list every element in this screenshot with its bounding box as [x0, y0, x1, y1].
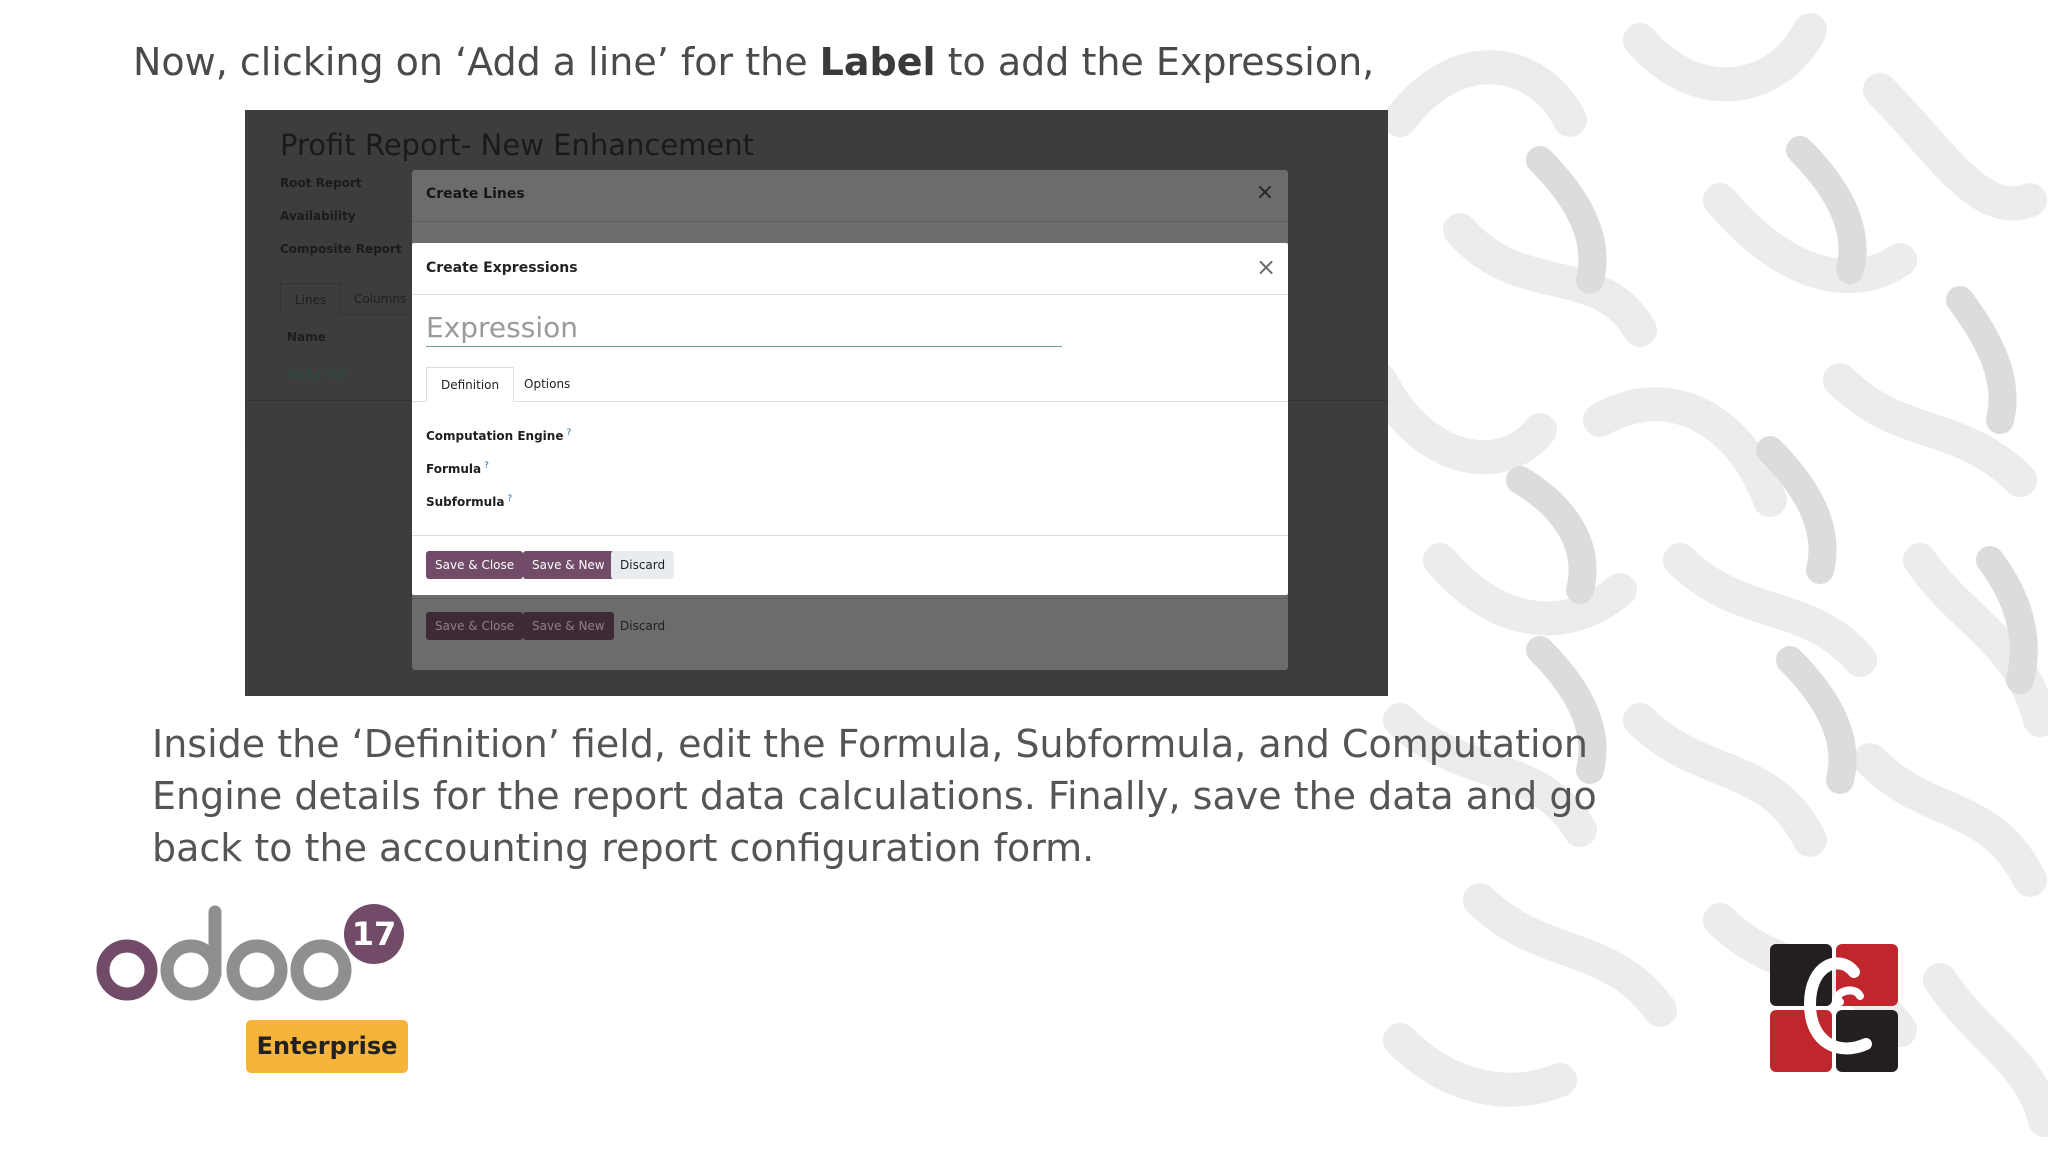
embedded-screenshot: Profit Report- New Enhancement Root Repo…	[245, 110, 1388, 696]
save-close-button[interactable]: Save & Close	[426, 612, 524, 640]
tab-definition[interactable]: Definition	[426, 367, 515, 402]
save-close-button[interactable]: Save & Close	[426, 551, 524, 579]
availability-label: Availability	[280, 209, 356, 223]
modal-title: Create Lines	[426, 186, 525, 202]
subformula-label: Subformula?	[426, 494, 513, 509]
modal-header: Create Lines ×	[412, 170, 1288, 222]
composite-report-label: Composite Report	[280, 242, 402, 256]
tab-options[interactable]: Options	[510, 367, 584, 402]
enterprise-badge: Enterprise	[246, 1020, 408, 1073]
help-icon[interactable]: ?	[484, 461, 489, 471]
version-badge: 17	[344, 904, 404, 964]
help-icon[interactable]: ?	[566, 428, 571, 438]
tab-columns[interactable]: Columns	[340, 283, 420, 315]
save-new-button[interactable]: Save & New	[523, 612, 614, 640]
discard-button[interactable]: Discard	[611, 551, 675, 579]
modal-title: Create Expressions	[426, 260, 578, 276]
close-icon[interactable]: ×	[1254, 255, 1278, 279]
modal-footer: Save & Close Save & New Discard	[412, 535, 1288, 595]
slide-heading: Now, clicking on ‘Add a line’ for the La…	[133, 40, 1374, 84]
close-icon[interactable]: ×	[1254, 182, 1276, 204]
help-icon[interactable]: ?	[507, 494, 512, 504]
heading-bold-label: Label	[819, 40, 936, 84]
modal-header: Create Expressions ×	[412, 243, 1288, 295]
save-new-button[interactable]: Save & New	[523, 551, 614, 579]
discard-button[interactable]: Discard	[611, 612, 674, 640]
report-title: Profit Report- New Enhancement	[280, 128, 755, 162]
expression-input[interactable]	[426, 309, 1062, 347]
modal-footer: Save & Close Save & New Discard	[412, 598, 1288, 670]
root-report-label: Root Report	[280, 176, 362, 190]
heading-text-after: to add the Expression,	[935, 40, 1375, 84]
tab-lines[interactable]: Lines	[280, 283, 342, 315]
column-header-name: Name	[287, 330, 326, 344]
computation-engine-label: Computation Engine?	[426, 428, 572, 443]
expression-tabs: Definition Options	[412, 367, 1288, 402]
background-swirl-pattern	[1363, 13, 2048, 1137]
heading-text-before: Now, clicking on ‘Add a line’ for the	[133, 40, 820, 84]
create-expressions-modal: Create Expressions × Definition Options …	[412, 243, 1288, 595]
slide-description: Inside the ‘Definition’ field, edit the …	[152, 722, 1597, 870]
cybrosys-logo-icon	[1770, 944, 1898, 1072]
formula-label: Formula?	[426, 461, 489, 476]
add-a-line-link[interactable]: Add a line	[287, 367, 347, 381]
